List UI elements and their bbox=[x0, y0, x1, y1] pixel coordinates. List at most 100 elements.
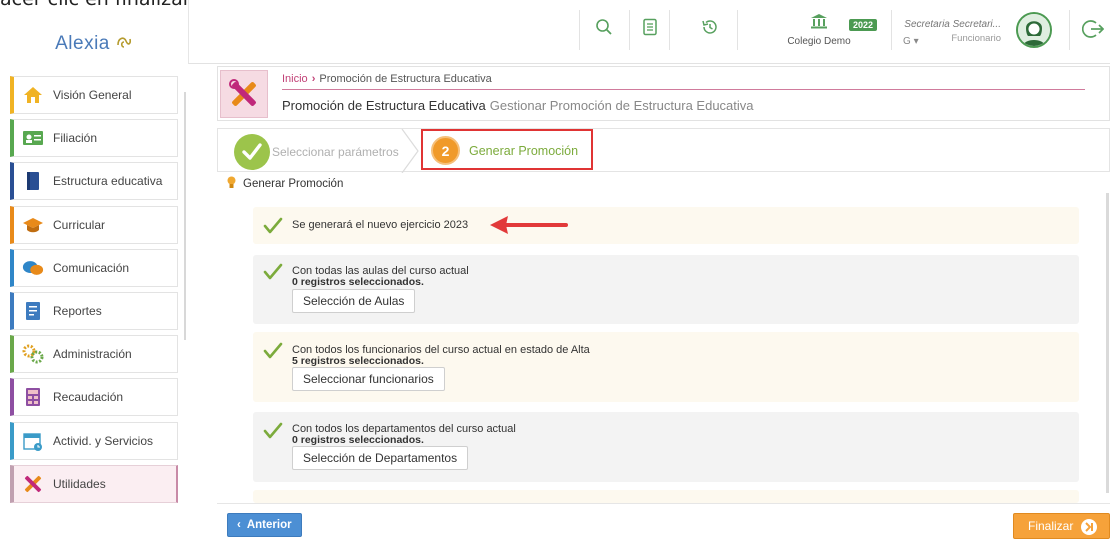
calculator-icon bbox=[22, 386, 44, 408]
selected-count: 5 registros seleccionados. bbox=[292, 355, 424, 367]
school-selector[interactable]: Colegio Demo bbox=[779, 14, 859, 47]
sidebar-item-recaudacion[interactable]: Recaudación bbox=[10, 378, 178, 417]
wizard-step-2-label: Generar Promoción bbox=[469, 144, 579, 158]
breadcrumb-home-link[interactable]: Inicio bbox=[282, 73, 308, 85]
sidebar-item-filiacion[interactable]: Filiación bbox=[10, 119, 178, 158]
calendar-icon bbox=[22, 430, 44, 452]
info-block-ejercicio: Se generará el nuevo ejercicio 2023 bbox=[253, 207, 1079, 244]
chevron-left-icon: ‹ bbox=[237, 519, 241, 531]
check-icon bbox=[263, 263, 283, 280]
book-icon bbox=[22, 170, 44, 192]
document-icon[interactable] bbox=[637, 14, 663, 40]
history-icon[interactable] bbox=[697, 14, 723, 40]
block-text: Se generará el nuevo ejercicio 2023 bbox=[292, 219, 469, 231]
avatar[interactable] bbox=[1016, 12, 1052, 48]
home-icon bbox=[22, 84, 44, 106]
section-title-text: Generar Promoción bbox=[243, 178, 344, 190]
breadcrumb: Inicio › Promoción de Estructura Educativa bbox=[282, 73, 492, 85]
select-funcionarios-button[interactable]: Seleccionar funcionarios bbox=[292, 367, 445, 391]
section-title: Generar Promoción bbox=[227, 176, 343, 192]
logo-text: Alexia bbox=[55, 33, 110, 54]
chat-bubbles-icon bbox=[22, 257, 44, 279]
chevron-down-icon: ▾ bbox=[913, 36, 919, 47]
page-header-card: Inicio › Promoción de Estructura Educativa… bbox=[217, 66, 1110, 121]
breadcrumb-separator: › bbox=[311, 73, 316, 85]
sidebar-item-label: Curricular bbox=[53, 217, 106, 232]
info-block-partial bbox=[253, 490, 1079, 503]
user-initial-dropdown[interactable]: G ▾ bbox=[903, 36, 919, 47]
wizard-step-1-label[interactable]: Seleccionar parámetros bbox=[272, 145, 399, 159]
user-menu[interactable]: Secretaria Secretari... G ▾ Funcionario bbox=[903, 19, 1001, 47]
sidebar-item-label: Recaudación bbox=[53, 390, 124, 405]
search-icon[interactable] bbox=[591, 14, 617, 40]
contact-card-icon bbox=[22, 127, 44, 149]
app-root: acer clic en finalizar luego de revisar.… bbox=[0, 0, 1110, 543]
annotation-arrow-icon bbox=[490, 216, 568, 234]
sidebar-item-actividades-servicios[interactable]: Activid. y Servicios bbox=[10, 421, 178, 460]
page-subtitle: Gestionar Promoción de Estructura Educat… bbox=[489, 98, 754, 113]
user-avatar-icon bbox=[1018, 14, 1050, 46]
finish-button[interactable]: Finalizar bbox=[1013, 513, 1110, 539]
school-name: Colegio Demo bbox=[787, 36, 851, 47]
select-aulas-button[interactable]: Selección de Aulas bbox=[292, 289, 416, 313]
page-title-text: Promoción de Estructura Educativa bbox=[282, 98, 486, 113]
header-separator bbox=[891, 10, 892, 50]
report-icon bbox=[22, 300, 44, 322]
logo-mark-icon bbox=[115, 33, 133, 56]
sidebar-item-vision-general[interactable]: Visión General bbox=[10, 76, 178, 114]
header-separator bbox=[579, 10, 580, 50]
check-icon bbox=[263, 342, 283, 359]
header-separator bbox=[629, 10, 630, 50]
building-icon bbox=[811, 14, 827, 29]
sidebar-item-label: Visión General bbox=[53, 88, 132, 102]
sidebar-item-curricular[interactable]: Curricular bbox=[10, 205, 178, 244]
user-initial: G bbox=[903, 36, 911, 47]
title-divider bbox=[282, 89, 1085, 90]
year-badge: 2022 bbox=[849, 19, 878, 31]
step-number-badge: 2 bbox=[431, 136, 460, 165]
lightbulb-icon bbox=[227, 176, 236, 192]
sidebar-item-administracion[interactable]: Administración bbox=[10, 335, 178, 374]
finish-button-label: Finalizar bbox=[1028, 519, 1074, 533]
sidebar-item-label: Reportes bbox=[53, 303, 102, 318]
page-title: Promoción de Estructura Educativa Gestion… bbox=[282, 98, 754, 113]
selected-count: 0 registros seleccionados. bbox=[292, 434, 424, 446]
check-icon bbox=[263, 422, 283, 439]
header-separator bbox=[1069, 10, 1070, 50]
header-separator bbox=[669, 10, 670, 50]
wizard-steps: Seleccionar parámetros 2 Generar Promoci… bbox=[217, 128, 1110, 173]
info-block-funcionarios: Con todos los funcionarios del curso act… bbox=[253, 332, 1079, 402]
sidebar-item-comunicacion[interactable]: Comunicación bbox=[10, 248, 178, 287]
select-departamentos-button[interactable]: Selección de Departamentos bbox=[292, 446, 469, 470]
previous-button[interactable]: ‹ Anterior bbox=[227, 513, 302, 537]
top-header: Colegio Demo 2022 Secretaria Secretari..… bbox=[188, 0, 1110, 64]
wizard-step-2[interactable]: 2 Generar Promoción bbox=[421, 129, 593, 170]
sidebar: Visión General Filiación Estructura educ… bbox=[10, 76, 178, 508]
sidebar-scrollbar[interactable] bbox=[184, 92, 186, 340]
info-block-aulas: Con todas las aulas del curso actual 0 r… bbox=[253, 255, 1079, 324]
user-name: Secretaria Secretari... bbox=[904, 19, 1001, 30]
logout-icon[interactable] bbox=[1081, 18, 1105, 45]
sidebar-item-label: Estructura educativa bbox=[53, 174, 163, 189]
header-separator bbox=[737, 10, 738, 50]
check-icon bbox=[263, 217, 283, 234]
sidebar-item-label: Utilidades bbox=[53, 476, 106, 491]
sidebar-item-estructura-educativa[interactable]: Estructura educativa bbox=[10, 162, 178, 201]
chevron-right-icon bbox=[401, 129, 419, 173]
check-icon bbox=[234, 134, 270, 170]
sidebar-item-label: Comunicación bbox=[53, 260, 130, 275]
tools-icon bbox=[220, 70, 268, 118]
graduation-cap-icon bbox=[22, 214, 44, 236]
sidebar-item-utilidades[interactable]: Utilidades bbox=[10, 464, 178, 503]
sidebar-item-label: Administración bbox=[53, 347, 132, 362]
sidebar-item-label: Activid. y Servicios bbox=[53, 433, 154, 448]
sidebar-item-reportes[interactable]: Reportes bbox=[10, 291, 178, 330]
content-scrollbar[interactable] bbox=[1106, 193, 1109, 493]
gears-icon bbox=[22, 343, 44, 365]
info-block-departamentos: Con todos los departamentos del curso ac… bbox=[253, 412, 1079, 482]
app-logo[interactable]: Alexia bbox=[0, 25, 188, 63]
selected-count: 0 registros seleccionados. bbox=[292, 276, 424, 288]
footer-bar bbox=[217, 503, 1110, 543]
previous-button-label: Anterior bbox=[246, 519, 292, 531]
sidebar-item-label: Filiación bbox=[53, 131, 98, 146]
